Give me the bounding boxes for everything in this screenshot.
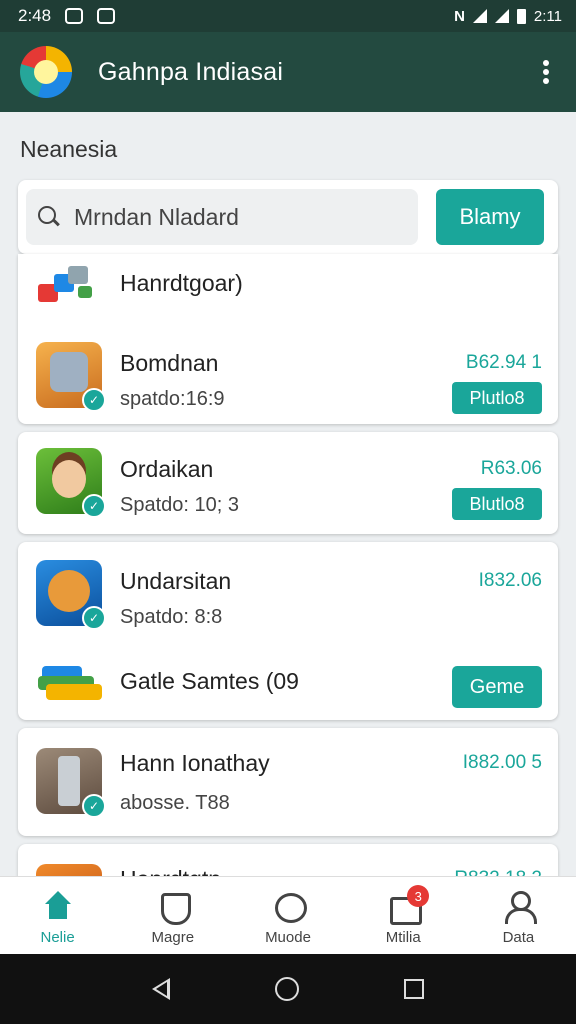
bars-icon [38, 662, 102, 700]
item-subtitle: abosse. T88 [120, 792, 230, 814]
list-item[interactable]: ✓ Bomdnan spatdo:16:9 B62.94 1 Plutlo8 [18, 330, 558, 422]
nav-item-home[interactable]: Nelie [0, 877, 115, 954]
item-name: Undarsitan [120, 568, 232, 594]
app-bar: Gahnpa Indiasai [0, 32, 576, 112]
user-icon [502, 891, 538, 924]
battery-icon [516, 8, 526, 24]
check-icon: ✓ [82, 794, 106, 818]
search-button[interactable]: Blamy [436, 189, 544, 245]
list-card: ✓ Undarsitan Spatdo: 8:8 I832.06 Gatle S… [18, 542, 558, 720]
cubes-icon [38, 266, 102, 306]
wifi-icon [472, 9, 487, 23]
nav-label: Nelie [40, 929, 75, 946]
recents-icon[interactable] [403, 979, 424, 999]
item-name: Hanrdtgoar) [120, 270, 243, 296]
game-thumbnail: ✓ [36, 448, 106, 518]
item-name: Gatle Samtes (09 [120, 668, 299, 694]
notification-icon [65, 8, 84, 24]
item-name: Bomdnan [120, 350, 219, 376]
home-circle-icon[interactable] [274, 977, 299, 1001]
item-price: I832.06 [478, 570, 542, 591]
bottom-nav: Nelie Magre Muode 3 Mtilia Data [0, 876, 576, 954]
list-card: ✓ Ordaikan Spatdo: 10; 3 R63.06 Blutlo8 [18, 432, 558, 534]
item-subtitle: spatdo:16:9 [120, 388, 225, 410]
check-icon: ✓ [82, 494, 106, 518]
check-icon: ✓ [82, 606, 106, 630]
list-item[interactable]: ✓ Hann Ionathay abosse. T88 I882.00 5 [18, 736, 558, 828]
search-value: Mrndan Nladard [74, 203, 239, 230]
check-icon: ✓ [82, 388, 106, 412]
nav-label: Muode [265, 929, 311, 946]
item-subtitle: Spatdo: 10; 3 [120, 494, 239, 516]
item-name: Hann Ionathay [120, 750, 270, 776]
notification-badge: 3 [407, 885, 430, 907]
game-thumbnail: ✓ [36, 560, 106, 630]
list-item[interactable]: Gatle Samtes (09 Geme [18, 638, 558, 718]
list-item[interactable]: ✓ Undarsitan Spatdo: 8:8 I832.06 [18, 548, 558, 640]
item-price: R63.06 [480, 458, 542, 479]
search-icon [38, 206, 60, 228]
item-action-button[interactable]: Blutlo8 [452, 488, 542, 520]
app-logo [20, 46, 72, 98]
status-time: 2:48 [18, 6, 52, 25]
list-item[interactable]: ✓ Ordaikan Spatdo: 10; 3 R63.06 Blutlo8 [18, 436, 558, 528]
list-card: Hanrdtgoar) ✓ Bomdnan spatdo:16:9 B62.94… [18, 254, 558, 424]
system-nav-bar [0, 954, 576, 1024]
item-action-button[interactable]: Plutlo8 [452, 382, 542, 414]
list-card: ✓ Hann Ionathay abosse. T88 I882.00 5 [18, 728, 558, 836]
item-action-button[interactable]: Geme [452, 666, 542, 708]
nav-item-magre[interactable]: Magre [115, 877, 230, 954]
game-thumbnail: ✓ [36, 748, 106, 818]
item-subtitle: Spatdo: 8:8 [120, 606, 223, 628]
back-icon[interactable] [152, 978, 171, 1000]
home-icon [42, 891, 74, 923]
status-bar: 2:48 N 2:11 [0, 0, 576, 32]
nav-label: Data [502, 929, 535, 946]
nfc-icon: N [454, 7, 465, 25]
section-label: Neanesia [20, 136, 118, 162]
item-name: Ordaikan [120, 456, 214, 482]
nav-label: Mtilia [385, 929, 421, 946]
app-title: Gahnpa Indiasai [98, 57, 284, 86]
nav-item-muode[interactable]: Muode [230, 877, 345, 954]
shield-icon [157, 891, 191, 925]
game-thumbnail: ✓ [36, 342, 106, 412]
kebab-menu-icon[interactable] [536, 58, 556, 86]
image-icon [97, 8, 116, 24]
search-input[interactable]: Mrndan Nladard [26, 189, 418, 245]
item-price: I882.00 5 [462, 752, 542, 773]
nav-label: Magre [151, 929, 195, 946]
list-item[interactable]: Hanrdtgoar) [18, 254, 558, 318]
chat-icon [272, 891, 307, 923]
nav-item-mtilia[interactable]: 3 Mtilia [346, 877, 461, 954]
nav-item-data[interactable]: Data [461, 877, 576, 954]
mail-icon: 3 [387, 885, 430, 925]
item-price: B62.94 1 [465, 352, 542, 373]
signal-icon [494, 9, 509, 23]
status-right-text: 2:11 [533, 7, 562, 25]
search-card: Mrndan Nladard Blamy [18, 180, 558, 254]
